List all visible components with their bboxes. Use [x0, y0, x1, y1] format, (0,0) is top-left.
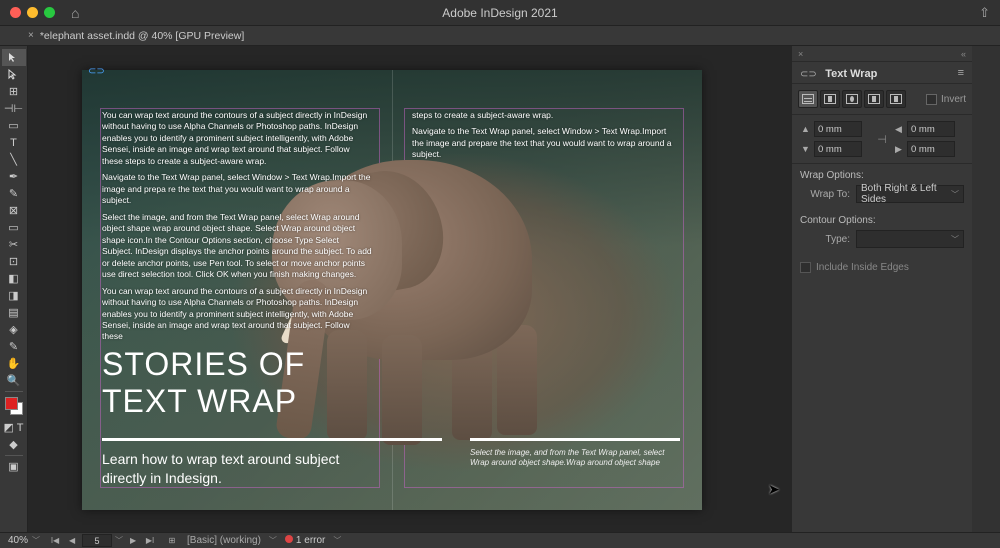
- body-text-right[interactable]: steps to create a subject-aware wrap. Na…: [412, 110, 672, 166]
- chevron-down-icon: ﹀: [951, 234, 959, 245]
- contour-type-label: Type:: [800, 234, 850, 245]
- page-spread[interactable]: ⊂⊃ You can wrap text around the contours…: [82, 70, 702, 510]
- chevron-down-icon[interactable]: ﹀: [115, 535, 123, 546]
- offset-top-input[interactable]: [814, 121, 862, 137]
- wrap-object-shape-button[interactable]: [842, 90, 862, 108]
- color-theme-tool[interactable]: ◈: [2, 321, 26, 338]
- contour-type-select[interactable]: ﹀: [856, 230, 964, 248]
- offset-left-input[interactable]: [907, 121, 955, 137]
- offset-fields: ▲ ▼ ⊣ ◀ ▶: [792, 115, 972, 164]
- wrap-to-select[interactable]: Both Right & Left Sides ﹀: [856, 185, 964, 203]
- wrap-jump-next-column-button[interactable]: [886, 90, 906, 108]
- headline-text[interactable]: STORIES OF TEXT WRAP: [102, 346, 305, 420]
- page-number-input[interactable]: [82, 534, 112, 547]
- zoom-select[interactable]: 40% ﹀: [8, 535, 40, 546]
- gap-tool[interactable]: ⊣⊢: [2, 100, 26, 117]
- caption-text[interactable]: Select the image, and from the Text Wrap…: [470, 448, 670, 469]
- panel-menu-icon[interactable]: ≡: [958, 67, 964, 79]
- wrap-jump-object-button[interactable]: [864, 90, 884, 108]
- direct-selection-tool[interactable]: [2, 66, 26, 83]
- chevron-down-icon[interactable]: ﹀: [333, 535, 341, 546]
- content-collector-tool[interactable]: ▭: [2, 117, 26, 134]
- close-tab-icon[interactable]: ×: [28, 30, 34, 41]
- pen-tool[interactable]: ✒: [2, 168, 26, 185]
- collapse-panel-icon[interactable]: «: [961, 49, 966, 59]
- close-panel-icon[interactable]: ×: [798, 49, 803, 59]
- document-tab-bar: × *elephant asset.indd @ 40% [GPU Previe…: [0, 26, 1000, 46]
- preflight-errors[interactable]: 1 error: [285, 535, 325, 546]
- link-offsets-icon[interactable]: ⊣: [875, 124, 889, 154]
- pencil-tool[interactable]: ✎: [2, 185, 26, 202]
- scissors-tool[interactable]: ✂: [2, 236, 26, 253]
- panel-title: Text Wrap: [825, 68, 877, 80]
- prev-page-button[interactable]: ◀: [65, 535, 79, 547]
- rule-right: [470, 438, 680, 441]
- link-badge-icon: ⊂⊃: [88, 66, 105, 77]
- document-tab-label[interactable]: *elephant asset.indd @ 40% [GPU Preview]: [40, 30, 244, 42]
- app-title: Adobe InDesign 2021: [0, 6, 1000, 20]
- contour-options-label: Contour Options:: [800, 215, 964, 226]
- open-panel-button[interactable]: ⊞: [165, 535, 179, 547]
- error-indicator-icon: [285, 535, 293, 543]
- next-page-button[interactable]: ▶: [126, 535, 140, 547]
- mouse-cursor-icon: ➤: [768, 481, 780, 498]
- preflight-profile-label[interactable]: [Basic] (working): [187, 535, 261, 546]
- page-navigator: I◀ ◀ ﹀ ▶ ▶I: [48, 534, 157, 547]
- offset-bottom-input[interactable]: [814, 141, 862, 157]
- offset-right-input[interactable]: [907, 141, 955, 157]
- gradient-feather-tool[interactable]: ◨: [2, 287, 26, 304]
- selection-tool[interactable]: [2, 49, 26, 66]
- type-tool[interactable]: T: [2, 134, 26, 151]
- free-transform-tool[interactable]: ⊡: [2, 253, 26, 270]
- tools-panel: ⊞ ⊣⊢ ▭ T ╲ ✒ ✎ ⊠ ▭ ✂ ⊡ ◧ ◨ ▤ ◈ ✎ ✋ 🔍 ◩ T…: [0, 46, 28, 532]
- wrap-options-label: Wrap Options:: [800, 170, 964, 181]
- chain-icon: ⊂⊃: [800, 69, 817, 80]
- first-page-button[interactable]: I◀: [48, 535, 62, 547]
- offset-bottom-icon: ▼: [800, 144, 811, 155]
- rectangle-tool[interactable]: ▭: [2, 219, 26, 236]
- title-bar: ⌂ Adobe InDesign 2021 ⇧: [0, 0, 1000, 26]
- offset-left-icon: ◀: [893, 124, 904, 135]
- subhead-text[interactable]: Learn how to wrap text around subject di…: [102, 450, 382, 488]
- chevron-down-icon: ﹀: [32, 535, 40, 546]
- invert-checkbox[interactable]: [926, 94, 937, 105]
- offset-top-icon: ▲: [800, 124, 811, 135]
- include-inside-edges-label: Include Inside Edges: [816, 262, 909, 273]
- invert-label: Invert: [941, 94, 966, 105]
- close-window-button[interactable]: [10, 7, 21, 18]
- page-tool[interactable]: ⊞: [2, 83, 26, 100]
- wrap-bounding-box-button[interactable]: [820, 90, 840, 108]
- right-dock-strip: [972, 46, 1000, 532]
- include-inside-edges-checkbox[interactable]: [800, 262, 811, 273]
- note-tool[interactable]: ▤: [2, 304, 26, 321]
- zoom-window-button[interactable]: [44, 7, 55, 18]
- hand-tool[interactable]: ✋: [2, 355, 26, 372]
- text-wrap-panel: × « ⊂⊃ Text Wrap ≡ Invert ▲ ▼: [792, 46, 972, 532]
- last-page-button[interactable]: ▶I: [143, 535, 157, 547]
- gradient-swatch-tool[interactable]: ◧: [2, 270, 26, 287]
- document-canvas[interactable]: ⊂⊃ You can wrap text around the contours…: [28, 46, 792, 532]
- wrap-none-button[interactable]: [798, 90, 818, 108]
- chevron-down-icon[interactable]: ﹀: [269, 535, 277, 546]
- eyedropper-tool[interactable]: ✎: [2, 338, 26, 355]
- wrap-to-label: Wrap To:: [800, 189, 850, 200]
- format-container-toggle[interactable]: ◩ T: [2, 419, 26, 436]
- minimize-window-button[interactable]: [27, 7, 38, 18]
- chevron-down-icon: ﹀: [951, 189, 959, 200]
- share-icon[interactable]: ⇧: [979, 5, 990, 21]
- window-controls: [10, 7, 55, 18]
- body-text-left[interactable]: You can wrap text around the contours of…: [102, 110, 372, 348]
- apply-color-button[interactable]: ◆: [2, 436, 26, 453]
- zoom-tool[interactable]: 🔍: [2, 372, 26, 389]
- home-icon[interactable]: ⌂: [71, 5, 79, 21]
- fill-stroke-swatch[interactable]: [5, 397, 23, 415]
- line-tool[interactable]: ╲: [2, 151, 26, 168]
- rule-left: [102, 438, 442, 441]
- status-bar: 40% ﹀ I◀ ◀ ﹀ ▶ ▶I ⊞ [Basic] (working) ﹀ …: [0, 532, 1000, 548]
- view-mode-button[interactable]: ▣: [2, 458, 26, 475]
- rectangle-frame-tool[interactable]: ⊠: [2, 202, 26, 219]
- wrap-mode-row: Invert: [792, 84, 972, 115]
- offset-right-icon: ▶: [893, 144, 904, 155]
